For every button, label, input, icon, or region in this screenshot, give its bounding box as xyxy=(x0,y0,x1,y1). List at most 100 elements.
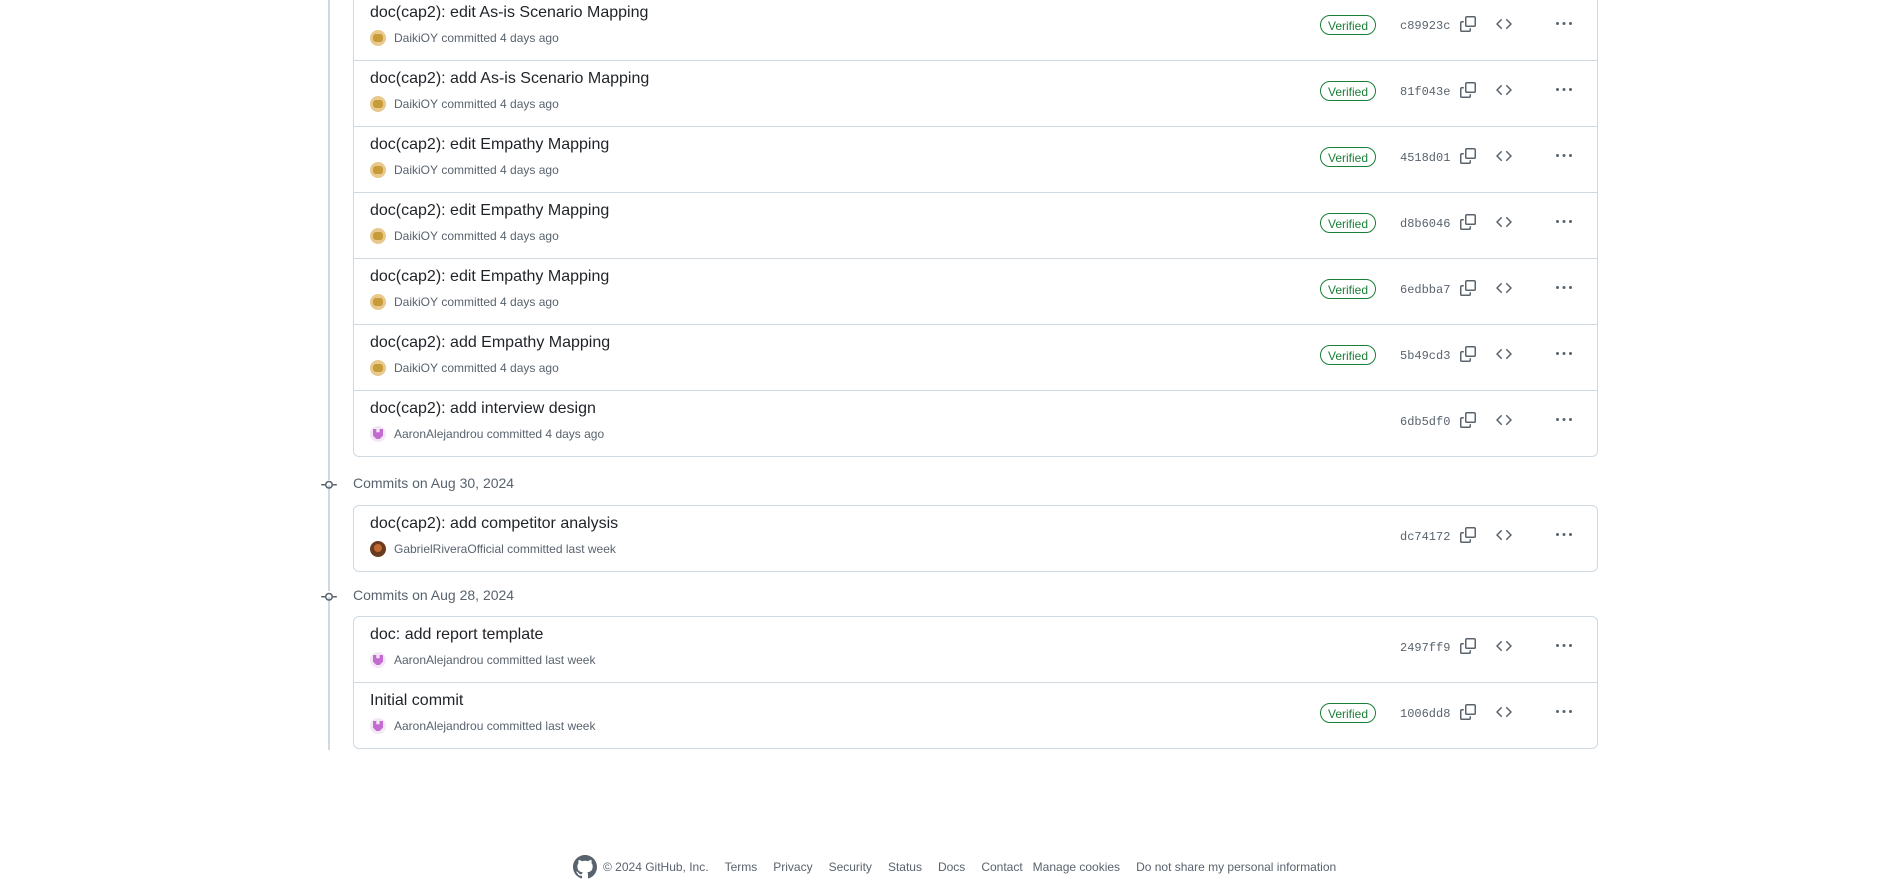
commit-time: committed 4 days ago xyxy=(441,97,559,111)
commit-sha-link[interactable]: d8b6046 xyxy=(1400,217,1450,231)
commit-title-link[interactable]: doc(cap2): add interview design xyxy=(370,400,596,418)
avatar[interactable] xyxy=(370,541,386,557)
commit-row: doc(cap2): edit As-is Scenario Mapping Da… xyxy=(354,0,1597,61)
verified-badge[interactable]: Verified xyxy=(1320,279,1377,299)
footer: © 2024 GitHub, Inc. Terms Privacy Securi… xyxy=(573,855,1352,879)
copy-icon[interactable] xyxy=(1460,16,1476,32)
copy-icon[interactable] xyxy=(1460,148,1476,164)
kebab-horizontal-icon[interactable] xyxy=(1555,346,1573,362)
copy-icon[interactable] xyxy=(1460,527,1476,543)
commit-author-link[interactable]: AaronAlejandrou xyxy=(394,427,483,441)
commit-author-link[interactable]: AaronAlejandrou xyxy=(394,719,483,733)
copy-icon[interactable] xyxy=(1460,412,1476,428)
footer-link-manage-cookies[interactable]: Manage cookies xyxy=(1033,860,1120,874)
avatar[interactable] xyxy=(370,294,386,310)
code-icon[interactable] xyxy=(1496,82,1512,98)
commit-author-link[interactable]: DaikiOY xyxy=(394,31,438,45)
commit-author-link[interactable]: DaikiOY xyxy=(394,229,438,243)
kebab-horizontal-icon[interactable] xyxy=(1555,638,1573,654)
copy-icon[interactable] xyxy=(1460,704,1476,720)
commit-author-link[interactable]: DaikiOY xyxy=(394,97,438,111)
verified-badge[interactable]: Verified xyxy=(1320,703,1377,723)
commit-title-link[interactable]: doc(cap2): edit Empathy Mapping xyxy=(370,268,609,286)
commit-meta: AaronAlejandrou committed last week xyxy=(370,718,595,734)
commit-author-link[interactable]: DaikiOY xyxy=(394,361,438,375)
commit-time: committed 4 days ago xyxy=(441,361,559,375)
verified-badge[interactable]: Verified xyxy=(1320,15,1377,35)
footer-link-status[interactable]: Status xyxy=(888,860,922,874)
kebab-horizontal-icon[interactable] xyxy=(1555,412,1573,428)
avatar[interactable] xyxy=(370,718,386,734)
code-icon[interactable] xyxy=(1496,704,1512,720)
code-icon[interactable] xyxy=(1496,412,1512,428)
commit-sha-link[interactable]: 6db5df0 xyxy=(1400,415,1450,429)
code-icon[interactable] xyxy=(1496,638,1512,654)
commit-sha-link[interactable]: 4518d01 xyxy=(1400,151,1450,165)
avatar[interactable] xyxy=(370,360,386,376)
avatar[interactable] xyxy=(370,652,386,668)
footer-link-contact[interactable]: Contact xyxy=(981,860,1022,874)
commit-title-link[interactable]: doc: add report template xyxy=(370,626,543,644)
kebab-horizontal-icon[interactable] xyxy=(1555,704,1573,720)
commit-title-link[interactable]: doc(cap2): edit Empathy Mapping xyxy=(370,202,609,220)
commit-row: doc(cap2): add competitor analysis Gabrie… xyxy=(354,506,1597,571)
kebab-horizontal-icon[interactable] xyxy=(1555,16,1573,32)
verified-badge[interactable]: Verified xyxy=(1320,213,1377,233)
commit-author-link[interactable]: GabrielRiveraOfficial xyxy=(394,542,504,556)
footer-link-docs[interactable]: Docs xyxy=(938,860,965,874)
commit-title-link[interactable]: doc(cap2): edit As-is Scenario Mapping xyxy=(370,4,648,22)
code-icon[interactable] xyxy=(1496,214,1512,230)
commit-title-link[interactable]: Initial commit xyxy=(370,692,463,710)
copy-icon[interactable] xyxy=(1460,346,1476,362)
copy-icon[interactable] xyxy=(1460,638,1476,654)
commit-time: committed last week xyxy=(507,542,616,556)
commit-sha-link[interactable]: 2497ff9 xyxy=(1400,641,1450,655)
commit-row: Initial commit AaronAlejandrou committed … xyxy=(354,683,1597,748)
code-icon[interactable] xyxy=(1496,346,1512,362)
commit-time: committed 4 days ago xyxy=(441,229,559,243)
kebab-horizontal-icon[interactable] xyxy=(1555,280,1573,296)
commit-sha-link[interactable]: dc74172 xyxy=(1400,530,1450,544)
commit-author-link[interactable]: AaronAlejandrou xyxy=(394,653,483,667)
avatar[interactable] xyxy=(370,30,386,46)
verified-badge[interactable]: Verified xyxy=(1320,147,1377,167)
commit-meta: DaikiOY committed 4 days ago xyxy=(370,96,559,112)
footer-link-do-not-share[interactable]: Do not share my personal information xyxy=(1136,860,1336,874)
avatar[interactable] xyxy=(370,426,386,442)
commit-author-link[interactable]: DaikiOY xyxy=(394,295,438,309)
footer-link-privacy[interactable]: Privacy xyxy=(773,860,812,874)
github-mark-icon[interactable] xyxy=(573,855,597,879)
avatar[interactable] xyxy=(370,96,386,112)
code-icon[interactable] xyxy=(1496,527,1512,543)
git-commit-icon xyxy=(321,477,337,493)
verified-badge[interactable]: Verified xyxy=(1320,81,1377,101)
commit-meta: DaikiOY committed 4 days ago xyxy=(370,360,559,376)
commit-group: doc(cap2): edit As-is Scenario Mapping Da… xyxy=(353,0,1598,457)
copy-icon[interactable] xyxy=(1460,82,1476,98)
commit-sha-link[interactable]: 6edbba7 xyxy=(1400,283,1450,297)
commit-title-link[interactable]: doc(cap2): edit Empathy Mapping xyxy=(370,136,609,154)
verified-badge[interactable]: Verified xyxy=(1320,345,1377,365)
avatar[interactable] xyxy=(370,228,386,244)
commit-sha-link[interactable]: 5b49cd3 xyxy=(1400,349,1450,363)
commit-author-link[interactable]: DaikiOY xyxy=(394,163,438,177)
kebab-horizontal-icon[interactable] xyxy=(1555,214,1573,230)
commit-title-link[interactable]: doc(cap2): add As-is Scenario Mapping xyxy=(370,70,649,88)
code-icon[interactable] xyxy=(1496,280,1512,296)
commit-title-link[interactable]: doc(cap2): add competitor analysis xyxy=(370,515,618,533)
kebab-horizontal-icon[interactable] xyxy=(1555,527,1573,543)
copy-icon[interactable] xyxy=(1460,214,1476,230)
git-commit-icon xyxy=(321,589,337,605)
footer-link-terms[interactable]: Terms xyxy=(725,860,758,874)
commit-sha-link[interactable]: 1006dd8 xyxy=(1400,707,1450,721)
code-icon[interactable] xyxy=(1496,148,1512,164)
code-icon[interactable] xyxy=(1496,16,1512,32)
kebab-horizontal-icon[interactable] xyxy=(1555,148,1573,164)
commit-title-link[interactable]: doc(cap2): add Empathy Mapping xyxy=(370,334,610,352)
footer-link-security[interactable]: Security xyxy=(829,860,872,874)
avatar[interactable] xyxy=(370,162,386,178)
commit-sha-link[interactable]: 81f043e xyxy=(1400,85,1450,99)
copy-icon[interactable] xyxy=(1460,280,1476,296)
commit-sha-link[interactable]: c89923c xyxy=(1400,19,1450,33)
kebab-horizontal-icon[interactable] xyxy=(1555,82,1573,98)
